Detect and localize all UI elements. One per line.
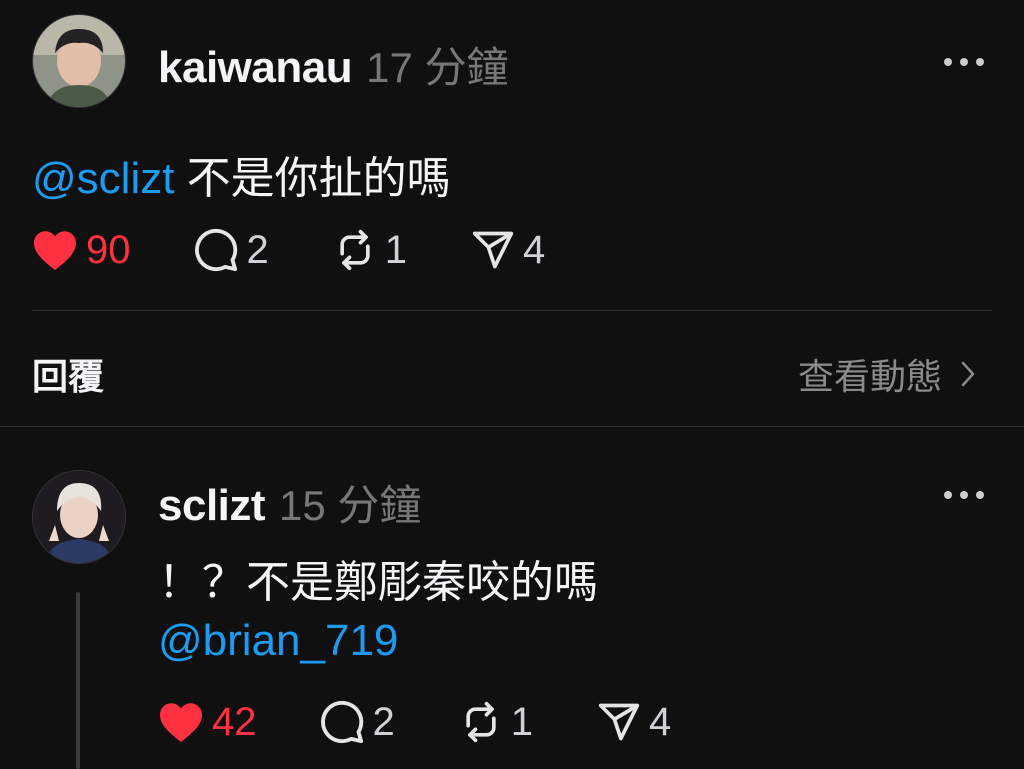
comment-count: 2 [372,699,395,744]
heart-icon [34,231,76,271]
heart-icon [160,703,202,743]
repost-button[interactable]: 1 [333,228,407,273]
view-activity-label: 查看動態 [797,356,942,397]
share-button[interactable]: 4 [597,700,671,745]
reply-avatar[interactable] [32,470,126,564]
repost-count: 1 [510,699,533,744]
timestamp: 17 分鐘 [366,44,509,91]
like-count: 90 [86,227,131,272]
comment-count: 2 [246,227,269,272]
post-body: 不是你扯的嗎 [174,154,451,203]
username[interactable]: kaiwanau [158,43,353,92]
like-count: 42 [212,699,257,744]
comment-icon [194,228,237,272]
mention-link[interactable]: @sclizt [32,154,174,203]
share-button[interactable]: 4 [471,228,545,273]
reply-header: sclizt 15 分鐘 [158,472,421,533]
comment-button[interactable]: 2 [193,227,269,273]
repost-icon [340,229,370,271]
like-button[interactable]: 90 [32,228,131,273]
post-header: kaiwanau 17 分鐘 [158,34,508,95]
reply-mention-link[interactable]: @brian_719 [158,616,398,666]
thread-line [76,592,80,769]
repost-icon [466,701,496,743]
share-count: 4 [649,699,672,744]
replies-heading: 回覆 [32,356,105,397]
avatar[interactable] [32,14,126,108]
repost-count: 1 [384,227,407,272]
comment-button[interactable]: 2 [319,699,395,745]
more-icon[interactable] [944,489,984,501]
more-icon[interactable] [944,56,984,68]
divider [0,426,1024,427]
share-count: 4 [523,227,546,272]
divider [32,310,992,311]
like-button[interactable]: 42 [158,700,257,745]
view-activity-link[interactable]: 查看動態 [798,348,976,400]
post-text: @sclizt 不是你扯的嗎 [32,142,451,206]
share-icon [598,703,640,741]
reply-actions: 42 2 1 4 [158,694,671,750]
share-icon [472,231,514,269]
reply-timestamp: 15 分鐘 [279,482,422,529]
repost-button[interactable]: 1 [459,700,533,745]
reply-username[interactable]: sclizt [158,481,266,530]
comment-icon [320,700,363,744]
reply-body: ！？不是鄭彫秦咬的嗎 [158,558,598,607]
post-actions: 90 2 1 4 [32,222,545,278]
chevron-right-icon [961,361,975,387]
